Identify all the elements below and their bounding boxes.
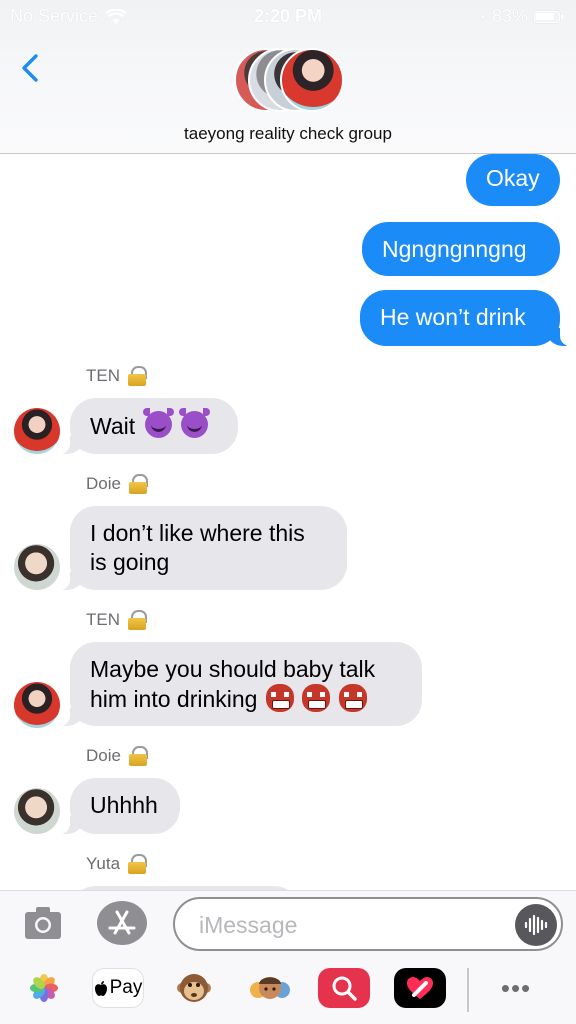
smiling-imp-icon bbox=[178, 408, 210, 438]
message-text: He won’t drink bbox=[380, 304, 526, 330]
avatar[interactable] bbox=[14, 682, 60, 728]
digital-touch-app-button[interactable] bbox=[394, 968, 446, 1008]
message-text: Okay bbox=[486, 165, 540, 191]
memoji-icon bbox=[250, 977, 290, 999]
drawer-divider bbox=[467, 968, 469, 1012]
battery-icon bbox=[534, 10, 563, 23]
sender-name: Yuta bbox=[86, 854, 148, 874]
message-text: I don’t like where this is going bbox=[90, 520, 305, 575]
app-store-button[interactable] bbox=[97, 901, 147, 945]
back-button[interactable] bbox=[14, 50, 50, 86]
status-bar: No Service 2:20 PM ◔ 83% bbox=[0, 0, 576, 32]
image-search-app-button[interactable] bbox=[318, 968, 370, 1008]
more-icon: ••• bbox=[500, 972, 532, 1003]
sender-label: Doie bbox=[86, 746, 121, 765]
compose-bar: iMessage bbox=[0, 890, 576, 956]
message-input[interactable]: iMessage bbox=[173, 897, 563, 951]
memoji-app-button[interactable] bbox=[244, 968, 296, 1008]
camera-icon bbox=[25, 907, 61, 939]
message-text: Ngngngnngng bbox=[382, 236, 527, 262]
message-placeholder: iMessage bbox=[199, 912, 298, 938]
animoji-icon bbox=[177, 974, 211, 1002]
sender-name: TEN bbox=[86, 610, 147, 630]
message-text: Maybe you should baby talk him into drin… bbox=[90, 656, 376, 712]
camera-button[interactable] bbox=[24, 905, 62, 941]
lock-icon bbox=[128, 610, 147, 630]
group-title[interactable]: taeyong reality check group bbox=[0, 124, 576, 144]
received-message-bubble[interactable]: Uhhhh bbox=[60, 778, 180, 834]
status-right: ◔ 83% bbox=[477, 6, 563, 27]
sender-name: Doie bbox=[86, 474, 148, 494]
lock-icon bbox=[128, 474, 148, 494]
conversation-header: No Service 2:20 PM ◔ 83% taeyong reality… bbox=[0, 0, 576, 154]
smiling-imp-icon bbox=[142, 408, 174, 438]
digital-touch-icon bbox=[407, 977, 433, 999]
sent-message-bubble[interactable]: He won’t drink bbox=[360, 290, 570, 346]
app-store-icon bbox=[108, 910, 136, 935]
lock-icon bbox=[128, 746, 148, 766]
japanese-ogre-icon bbox=[338, 684, 367, 712]
sender-name: TEN bbox=[86, 366, 147, 386]
audio-message-button[interactable] bbox=[515, 904, 557, 946]
avatar bbox=[280, 48, 344, 112]
sender-name: Doie bbox=[86, 746, 148, 766]
received-message-bubble[interactable]: Wait bbox=[60, 398, 238, 454]
lock-icon bbox=[128, 366, 147, 386]
group-avatar-stack[interactable] bbox=[234, 48, 344, 114]
sent-message-bubble[interactable]: Okay bbox=[466, 154, 560, 206]
animoji-app-button[interactable] bbox=[168, 968, 220, 1008]
apple-pay-app-button[interactable]: Pay bbox=[92, 968, 144, 1008]
lock-icon bbox=[128, 854, 148, 874]
message-text: Uhhhh bbox=[90, 792, 158, 818]
app-drawer: Pay ••• bbox=[0, 956, 576, 1024]
photos-icon bbox=[30, 974, 58, 1002]
received-message-bubble[interactable]: Maybe you should baby talk him into drin… bbox=[60, 642, 422, 726]
message-list[interactable]: Okay Ngngngnngng He won’t drink TEN Wait… bbox=[0, 154, 576, 890]
sender-label: TEN bbox=[86, 366, 120, 385]
apple-icon bbox=[94, 980, 107, 996]
sent-message-bubble[interactable]: Ngngngnngng bbox=[362, 222, 560, 276]
avatar[interactable] bbox=[14, 544, 60, 590]
apple-pay-label: Pay bbox=[109, 977, 143, 998]
photos-app-button[interactable] bbox=[18, 968, 70, 1008]
alarm-icon: ◔ bbox=[477, 8, 486, 25]
sender-label: TEN bbox=[86, 610, 120, 629]
sender-label: Doie bbox=[86, 474, 121, 493]
waveform-icon bbox=[524, 914, 548, 936]
message-text: Wait bbox=[90, 413, 136, 439]
sender-label: Yuta bbox=[86, 854, 121, 873]
chevron-left-icon bbox=[22, 54, 38, 82]
japanese-ogre-icon bbox=[265, 684, 294, 712]
received-message-bubble[interactable]: I don’t like where this is going bbox=[60, 506, 347, 590]
avatar[interactable] bbox=[14, 408, 60, 454]
more-apps-button[interactable]: ••• bbox=[490, 968, 542, 1008]
japanese-ogre-icon bbox=[302, 684, 331, 712]
avatar[interactable] bbox=[14, 788, 60, 834]
battery-percent: 83% bbox=[491, 6, 528, 26]
search-images-icon bbox=[332, 976, 357, 1001]
